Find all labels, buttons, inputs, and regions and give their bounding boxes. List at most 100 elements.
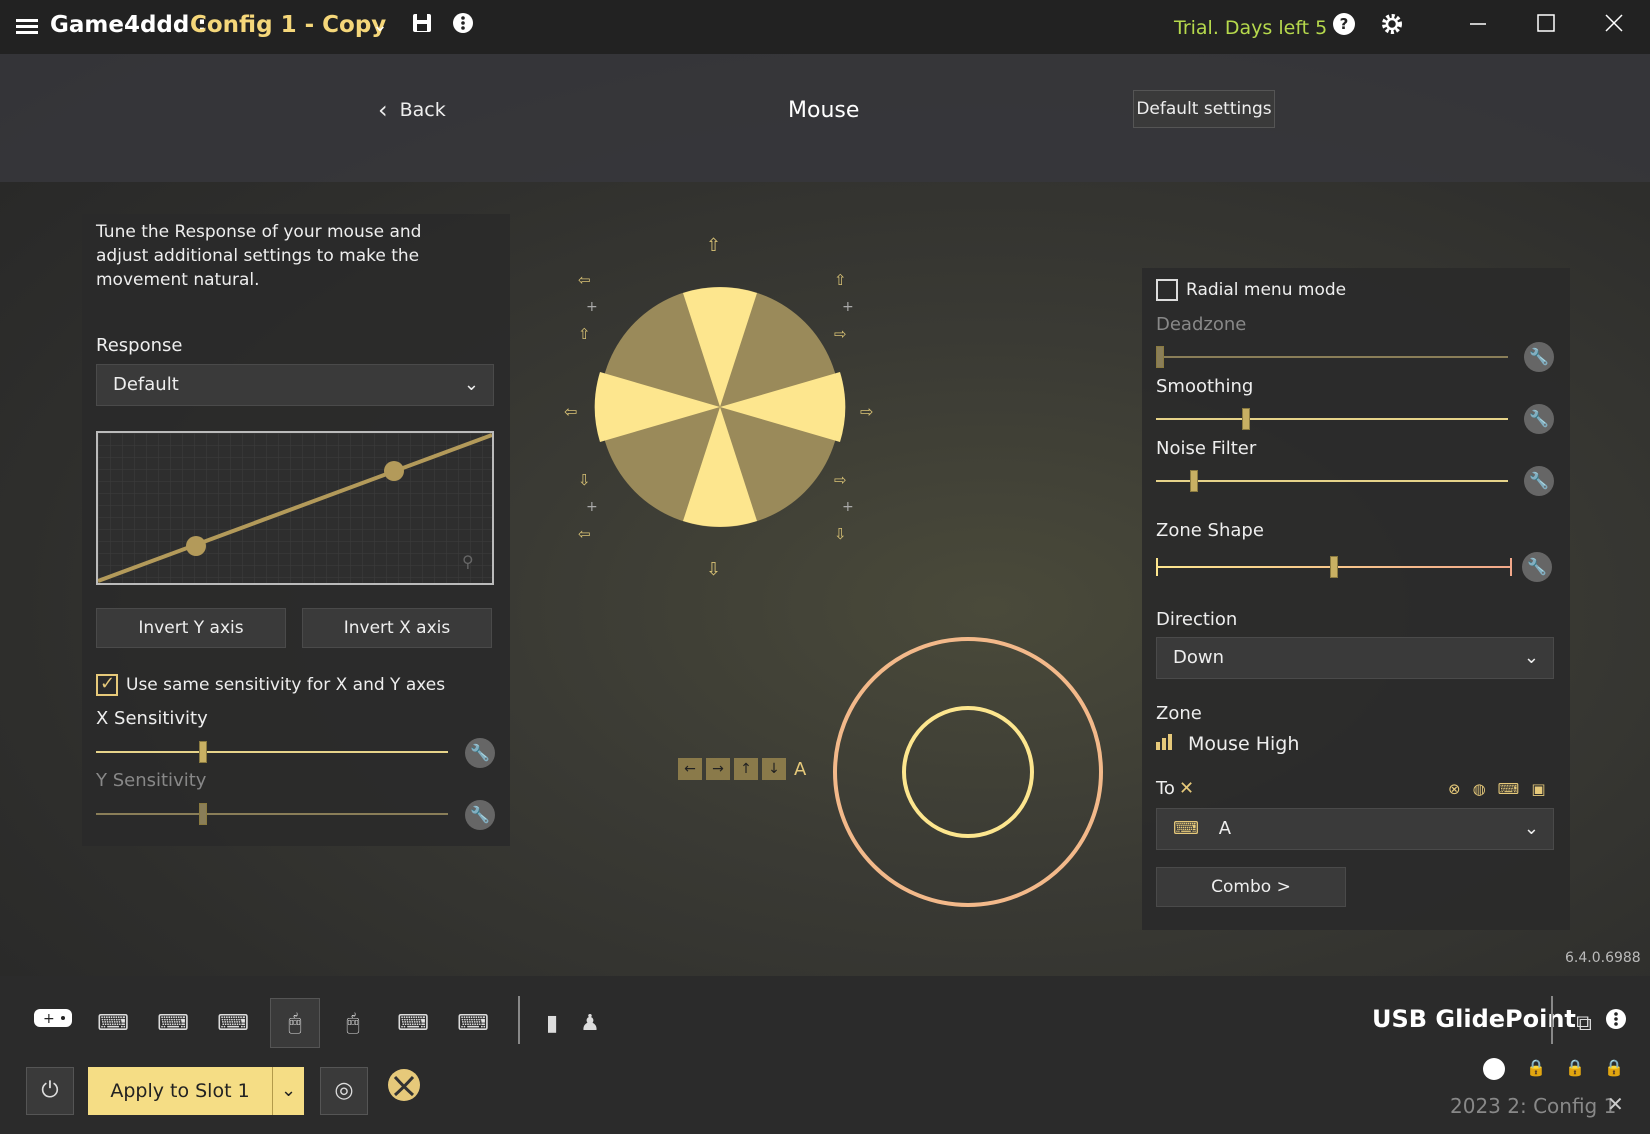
slot-config-label: 2023 2: Config 1 [1450, 1094, 1617, 1118]
svg-text:+: + [586, 299, 598, 315]
same-sensitivity-checkbox[interactable] [96, 673, 118, 696]
arrow-up-key-icon: ↑ [734, 758, 758, 780]
smoothing-slider[interactable] [1156, 407, 1508, 431]
keyboard-icon: ⌨ [1173, 818, 1199, 839]
save-icon[interactable] [408, 12, 436, 40]
invert-y-axis-button[interactable]: Invert Y axis [96, 608, 286, 648]
help-icon[interactable]: ? [1330, 12, 1358, 40]
keyboard-icon[interactable]: ⌨ [151, 1004, 195, 1044]
y-sensitivity-slider[interactable] [96, 802, 448, 826]
mouse-active-icon[interactable]: 🖱 [270, 998, 320, 1048]
svg-text:?: ? [1340, 15, 1349, 33]
zone-shape-slider[interactable] [1156, 555, 1512, 579]
gamepad-icon[interactable]: + [31, 1004, 75, 1044]
keyboard-mouse-icon[interactable]: ⌨ [391, 1004, 435, 1044]
close-slot-icon[interactable]: ✕ [1607, 1092, 1624, 1116]
noise-filter-label: Noise Filter [1156, 438, 1257, 459]
invert-x-axis-button[interactable]: Invert X axis [302, 608, 492, 648]
keyboard-icon[interactable]: ⌨ [91, 1004, 135, 1044]
xbox-icon[interactable]: ⊗ [1448, 780, 1461, 798]
power-icon[interactable]: ⏻ [26, 1067, 74, 1115]
key-a-label: A [794, 758, 807, 780]
noise-filter-thumb[interactable] [1190, 470, 1198, 492]
zone-rings[interactable] [830, 634, 1106, 910]
target-type-icons: ⊗ ◍ ⌨ ▣ [1448, 780, 1546, 798]
clear-x-icon[interactable]: ✕ [1179, 778, 1194, 799]
slot-lock-icon[interactable]: 🔒 [1604, 1058, 1624, 1077]
response-curve-graph[interactable]: ⚲ [96, 431, 494, 585]
mouse-icon[interactable]: ◍ [1473, 780, 1486, 798]
arrow-left-key-icon: ← [678, 758, 702, 780]
close-icon[interactable] [1600, 12, 1628, 40]
to-label: To [1156, 778, 1175, 799]
apply-dropdown-chevron-icon[interactable]: ⌄ [272, 1067, 304, 1115]
response-dropdown[interactable]: Default ⌄ [96, 364, 494, 406]
maximize-icon[interactable] [1532, 12, 1560, 40]
keyboard-mouse-icon[interactable]: ⌨ [451, 1004, 495, 1044]
combo-button[interactable]: Combo > [1156, 867, 1346, 907]
y-sensitivity-wrench-icon[interactable]: 🔧 [465, 800, 495, 830]
deadzone-slider[interactable] [1156, 345, 1508, 369]
keyboard-icon[interactable]: ⌨ [1498, 780, 1520, 798]
slot-1-indicator-icon[interactable] [1483, 1058, 1505, 1080]
default-settings-button[interactable]: Default settings [1133, 90, 1275, 128]
zone-value: Mouse High [1188, 733, 1300, 755]
zone-shape-label: Zone Shape [1156, 520, 1264, 541]
smoothing-wrench-icon[interactable]: 🔧 [1524, 404, 1554, 434]
direction-label: Direction [1156, 609, 1238, 630]
svg-text:⇧: ⇧ [706, 235, 721, 256]
response-label: Response [96, 335, 183, 356]
svg-text:+: + [842, 499, 854, 515]
svg-text:+: + [43, 1011, 55, 1027]
same-sensitivity-checkbox-row[interactable]: Use same sensitivity for X and Y axes [96, 673, 446, 696]
x-sensitivity-slider[interactable] [96, 740, 448, 764]
target-key-dropdown[interactable]: ⌨ A ⌄ [1156, 808, 1554, 850]
svg-text:⇨: ⇨ [834, 325, 847, 343]
x-sensitivity-thumb[interactable] [199, 741, 207, 763]
settings-gear-icon[interactable] [1378, 12, 1406, 40]
x-sensitivity-wrench-icon[interactable]: 🔧 [465, 738, 495, 768]
slot-lock-icon[interactable]: 🔒 [1526, 1058, 1546, 1077]
smoothing-thumb[interactable] [1242, 408, 1250, 430]
radial-menu-mode-checkbox[interactable] [1156, 279, 1178, 301]
keyboard-icon[interactable]: ⌨ [211, 1004, 255, 1044]
joystick-icon[interactable]: ♟ [568, 1004, 612, 1044]
device-more-icon[interactable] [1594, 1004, 1638, 1044]
y-sensitivity-label: Y Sensitivity [96, 770, 207, 791]
smoothing-label: Smoothing [1156, 376, 1254, 397]
target-icon[interactable]: ◎ [320, 1067, 368, 1115]
app-name: Game4ddd : [50, 12, 207, 38]
page-title: Mouse [788, 98, 860, 123]
deadzone-wrench-icon[interactable]: 🔧 [1524, 342, 1554, 372]
macro-icon[interactable]: ▣ [1531, 780, 1545, 798]
apply-to-slot-button[interactable]: Apply to Slot 1 [88, 1067, 272, 1115]
direction-dropdown[interactable]: Down ⌄ [1156, 637, 1554, 679]
signal-bars-icon [1156, 734, 1174, 754]
mouse-icon[interactable]: 🖱 [331, 1004, 375, 1044]
slot-lock-icon[interactable]: 🔒 [1565, 1058, 1585, 1077]
zone-value-row: Mouse High [1156, 733, 1299, 755]
trial-status[interactable]: Trial. Days left 5 [1174, 17, 1327, 39]
more-options-icon[interactable] [449, 12, 477, 40]
noise-filter-wrench-icon[interactable]: 🔧 [1524, 466, 1554, 496]
same-sensitivity-label: Use same sensitivity for X and Y axes [126, 675, 446, 695]
to-row: To ✕ [1156, 778, 1194, 799]
direction-value: Down [1173, 647, 1225, 668]
config-name[interactable]: Config 1 - Copy [190, 12, 386, 38]
back-button[interactable]: ‹ Back [378, 96, 446, 124]
noise-filter-slider[interactable] [1156, 469, 1508, 493]
zone-shape-thumb[interactable] [1330, 556, 1338, 578]
svg-text:⇩: ⇩ [834, 525, 847, 543]
version-label: 6.4.0.6988 [1565, 950, 1641, 966]
chevron-down-icon[interactable]: ⌄ [366, 12, 394, 40]
zone-shape-wrench-icon[interactable]: 🔧 [1522, 552, 1552, 582]
deadzone-thumb[interactable] [1156, 346, 1164, 368]
radial-menu-mode-row[interactable]: Radial menu mode [1156, 279, 1346, 301]
xbox-icon[interactable] [380, 1067, 428, 1115]
y-sensitivity-thumb[interactable] [199, 803, 207, 825]
radial-direction-wheel[interactable]: ⇧ ⇩ ⇦ ⇨ ⇦ + ⇧ ⇧ + ⇨ ⇩ + ⇦ ⇨ + ⇩ [560, 205, 900, 595]
hamburger-menu-icon[interactable] [16, 16, 38, 37]
minimize-icon[interactable] [1464, 12, 1492, 40]
svg-text:⇦: ⇦ [578, 525, 591, 543]
chevron-left-icon: ‹ [378, 96, 388, 124]
